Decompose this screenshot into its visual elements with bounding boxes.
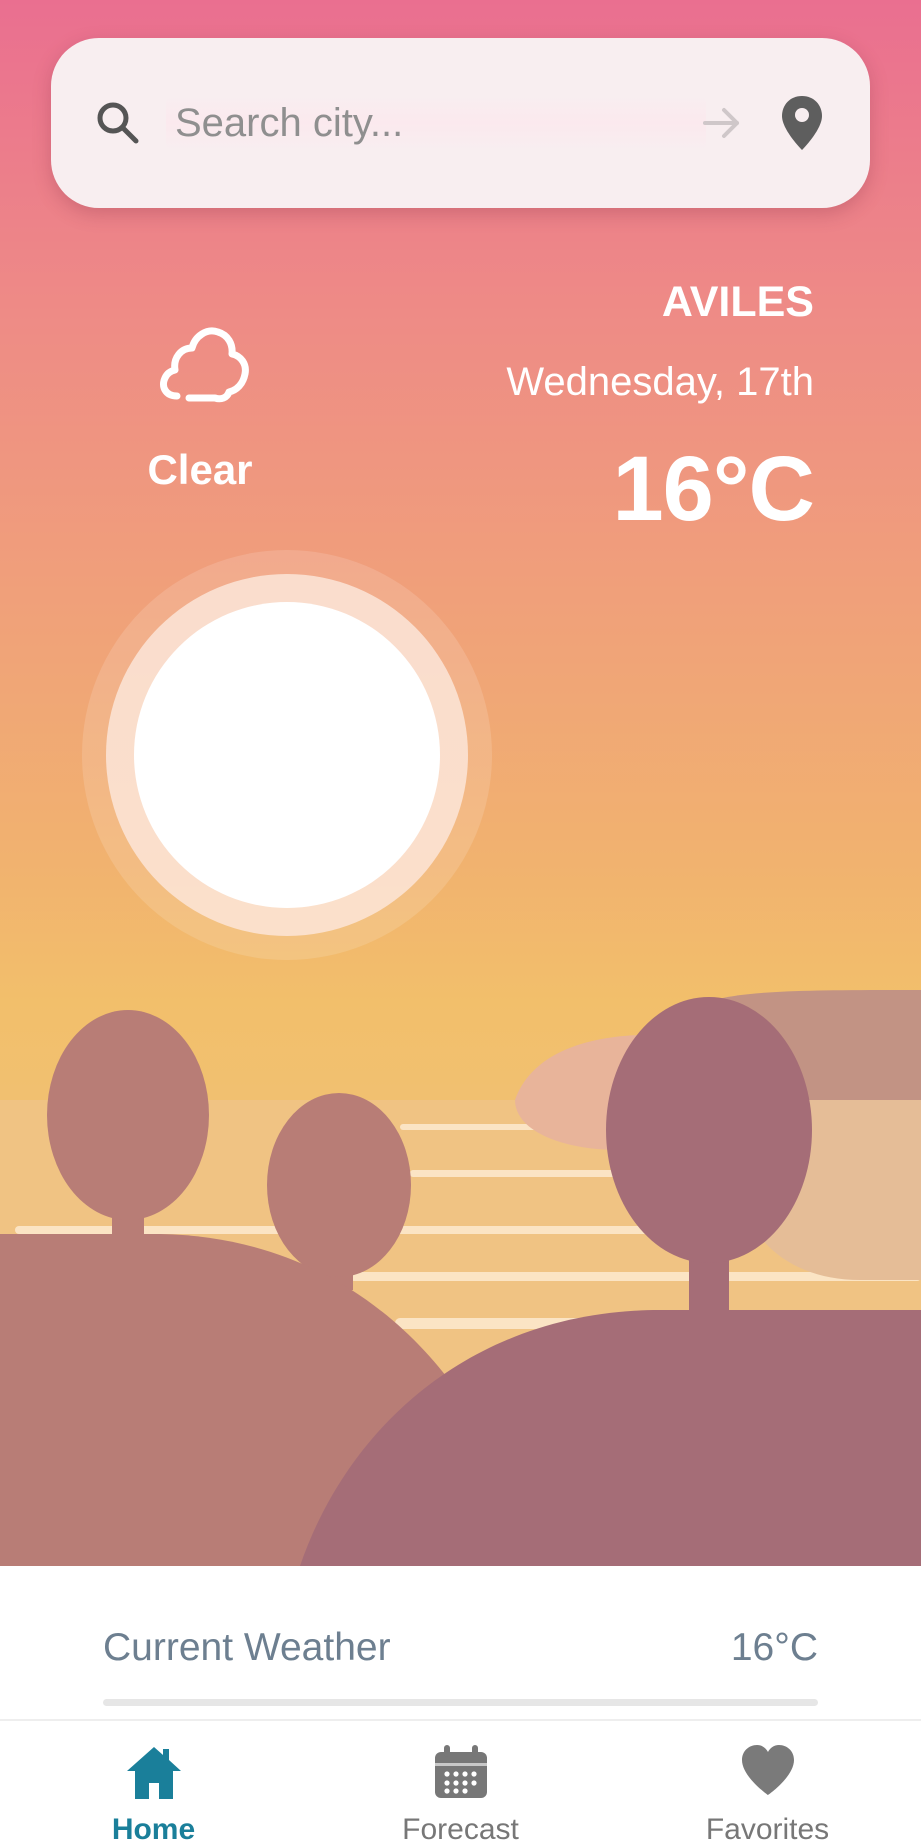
nav-label-home: Home [111, 1813, 196, 1846]
nav-label-favorites: Favorites [705, 1813, 830, 1846]
home-icon [126, 1747, 181, 1799]
search-icon[interactable] [93, 98, 143, 148]
sun [82, 550, 492, 960]
tree [606, 997, 812, 1263]
location-pin-icon[interactable] [779, 94, 825, 152]
tree [47, 1010, 209, 1220]
nav-label-forecast: Forecast [402, 1813, 519, 1846]
nav-item-favorites[interactable]: Favorites [614, 1721, 921, 1846]
heart-icon [741, 1745, 794, 1795]
landscape-illustration [0, 550, 921, 1566]
search-input[interactable] [175, 98, 695, 148]
search-bar [51, 38, 870, 208]
current-temperature: 16°C [612, 438, 815, 540]
calendar-icon [434, 1745, 487, 1798]
nav-item-forecast[interactable]: Forecast [307, 1721, 614, 1846]
current-weather-label: Current Weather [103, 1626, 391, 1669]
cloud-icon [160, 327, 249, 403]
weather-condition: Clear [147, 446, 253, 493]
weather-hero: Clear AVILES Wednesday, 17th 16°C [0, 0, 921, 1566]
current-weather-value: 16°C [730, 1626, 818, 1669]
city-name: AVILES [661, 278, 814, 326]
current-date: Wednesday, 17th [506, 360, 814, 404]
current-weather-section: Current Weather 16°C [0, 1566, 921, 1719]
section-divider [103, 1699, 818, 1706]
tree [267, 1093, 411, 1277]
arrow-right-icon[interactable] [697, 98, 747, 148]
bottom-navigation: Home Forecast Favorites [0, 1719, 921, 1846]
nav-item-home[interactable]: Home [0, 1721, 307, 1846]
